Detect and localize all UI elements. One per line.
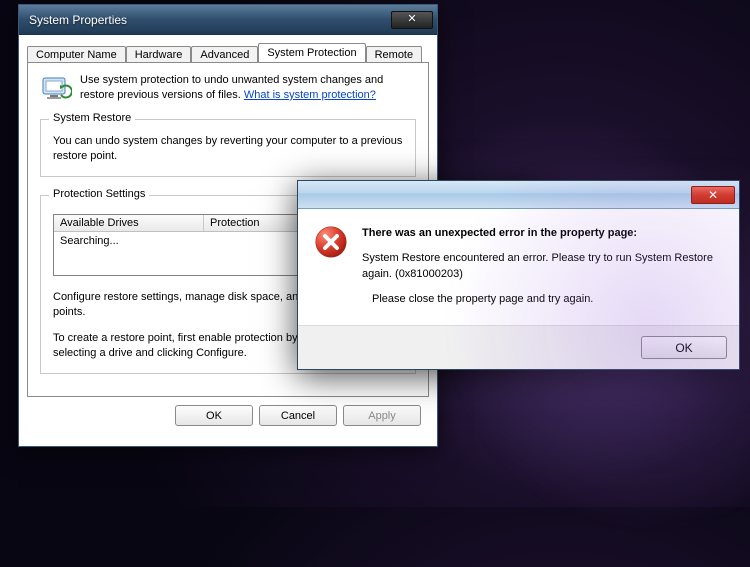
error-ok-button[interactable]: OK [641, 336, 727, 359]
cancel-button[interactable]: Cancel [259, 405, 337, 426]
tab-system-protection[interactable]: System Protection [258, 43, 365, 62]
tab-computer-name[interactable]: Computer Name [27, 46, 126, 63]
protection-settings-legend: Protection Settings [49, 188, 149, 200]
error-footer: OK [298, 325, 739, 369]
error-icon [314, 225, 348, 259]
error-body: There was an unexpected error in the pro… [298, 209, 739, 325]
tab-hardware[interactable]: Hardware [126, 46, 192, 63]
info-text: Use system protection to undo unwanted s… [80, 73, 416, 103]
error-text: There was an unexpected error in the pro… [362, 225, 723, 307]
titlebar[interactable]: System Properties ✕ [19, 5, 437, 35]
tab-advanced[interactable]: Advanced [191, 46, 258, 63]
close-button[interactable]: ✕ [391, 11, 433, 29]
apply-button[interactable]: Apply [343, 405, 421, 426]
system-restore-group: System Restore You can undo system chang… [40, 119, 416, 177]
col-available-drives[interactable]: Available Drives [54, 215, 204, 231]
error-dialog: ✕ There was an unexpected error in the p… [297, 180, 740, 370]
error-line2: System Restore encountered an error. Ple… [362, 250, 723, 283]
tab-remote[interactable]: Remote [366, 46, 423, 63]
close-icon: ✕ [407, 14, 416, 25]
error-close-button[interactable]: ✕ [691, 186, 735, 204]
ok-button[interactable]: OK [175, 405, 253, 426]
info-row: Use system protection to undo unwanted s… [40, 73, 416, 105]
close-icon: ✕ [708, 189, 718, 201]
system-restore-text: You can undo system changes by reverting… [53, 134, 403, 164]
tab-strip: Computer Name Hardware Advanced System P… [27, 43, 429, 62]
dialog-buttons: OK Cancel Apply [27, 397, 429, 436]
system-restore-legend: System Restore [49, 112, 135, 124]
error-titlebar[interactable]: ✕ [298, 181, 739, 209]
system-protection-icon [40, 73, 72, 105]
what-is-system-protection-link[interactable]: What is system protection? [244, 89, 376, 101]
create-text: To create a restore point, first enable … [53, 331, 317, 361]
window-title: System Properties [29, 13, 391, 27]
error-line3: Please close the property page and try a… [362, 291, 723, 308]
error-line1: There was an unexpected error in the pro… [362, 225, 723, 242]
